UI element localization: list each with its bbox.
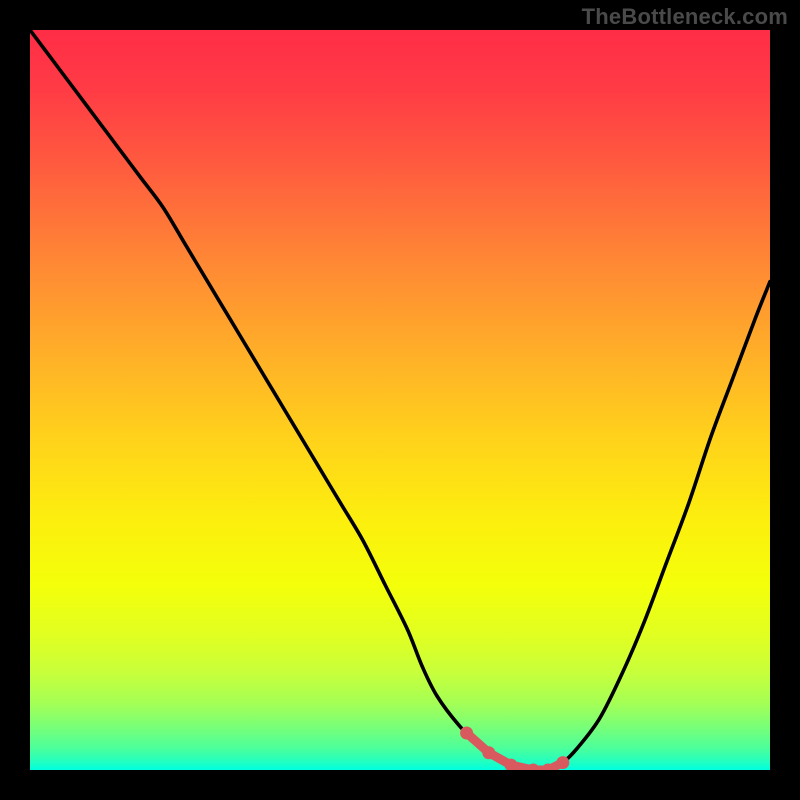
bottleneck-curve bbox=[30, 30, 770, 770]
frame-border-left bbox=[0, 0, 30, 800]
frame-border-bottom bbox=[0, 770, 800, 800]
watermark-text: TheBottleneck.com bbox=[582, 4, 788, 30]
curve-layer bbox=[30, 30, 770, 770]
frame-border-right bbox=[770, 0, 800, 800]
chart-frame: TheBottleneck.com bbox=[0, 0, 800, 800]
